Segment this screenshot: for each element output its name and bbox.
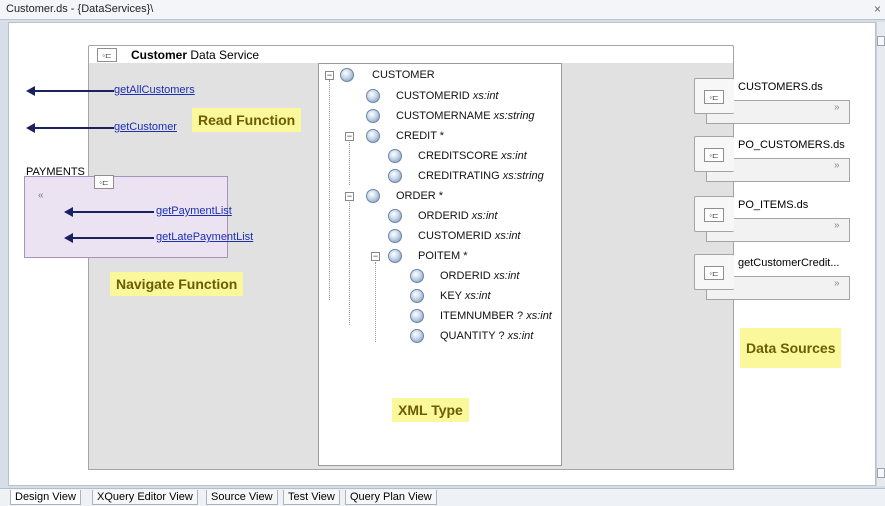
xml-node-creditrating[interactable]: CREDITRATING xs:string xyxy=(418,170,544,182)
tab-query-plan-view[interactable]: Query Plan View xyxy=(345,490,437,505)
data-source-card[interactable]: ◦⊏ getCustomerCredit... » xyxy=(694,254,854,302)
xml-node-credit[interactable]: CREDIT * xyxy=(396,130,444,142)
xml-node-order-customerid[interactable]: CUSTOMERID xs:int xyxy=(418,230,521,242)
xml-node-customerid[interactable]: CUSTOMERID xs:int xyxy=(396,90,499,102)
data-source-icon: ◦⊏ xyxy=(704,148,724,162)
payments-source-name: PAYMENTS xyxy=(26,166,85,178)
arrow-left-icon xyxy=(26,123,35,133)
annotation-read-function: Read Function xyxy=(192,108,302,132)
data-source-card[interactable]: ◦⊏ CUSTOMERS.ds » xyxy=(694,78,854,126)
blank-area xyxy=(14,258,52,326)
collapse-icon[interactable]: « xyxy=(38,190,44,201)
xml-node-key[interactable]: KEY xs:int xyxy=(440,290,491,302)
close-icon[interactable]: × xyxy=(874,2,881,16)
tree-line xyxy=(349,200,350,325)
data-source-name: getCustomerCredit... xyxy=(738,257,840,269)
xml-node-creditscore[interactable]: CREDITSCORE xs:int xyxy=(418,150,527,162)
element-node-icon xyxy=(410,309,424,323)
element-node-icon xyxy=(366,129,380,143)
read-arrow-line-1 xyxy=(34,90,114,92)
xml-node-quantity[interactable]: QUANTITY ? xs:int xyxy=(440,330,533,342)
element-node-icon xyxy=(340,68,354,82)
scroll-up-button[interactable] xyxy=(877,36,885,46)
data-source-card[interactable]: ◦⊏ PO_ITEMS.ds » xyxy=(694,196,854,244)
element-node-icon xyxy=(366,109,380,123)
element-node-icon xyxy=(410,269,424,283)
data-service-title: Customer Data Service xyxy=(131,48,259,62)
xml-node-poitem[interactable]: POITEM * xyxy=(418,250,468,262)
data-service-suffix: Data Service xyxy=(190,48,260,62)
element-node-icon xyxy=(388,169,402,183)
element-node-icon xyxy=(410,289,424,303)
annotation-navigate-function: Navigate Function xyxy=(110,272,244,296)
tab-design-view[interactable]: Design View xyxy=(10,490,81,505)
xml-node-customer[interactable]: CUSTOMER xyxy=(372,69,435,81)
read-function-getallcustomers[interactable]: getAllCustomers xyxy=(114,84,195,96)
xml-node-poitem-orderid[interactable]: ORDERID xs:int xyxy=(440,270,519,282)
scroll-down-button[interactable] xyxy=(877,468,885,478)
data-source-icon: ◦⊏ xyxy=(704,208,724,222)
tree-collapse-toggle[interactable]: − xyxy=(325,71,334,80)
tree-line xyxy=(349,140,350,185)
data-service-header: ◦⊏ Customer Data Service xyxy=(88,45,734,63)
expand-icon[interactable]: » xyxy=(834,220,840,231)
read-function-getcustomer[interactable]: getCustomer xyxy=(114,121,177,133)
element-node-icon xyxy=(410,329,424,343)
data-service-name: Customer xyxy=(131,48,188,62)
data-source-name: PO_CUSTOMERS.ds xyxy=(738,139,845,151)
navigate-arrow-line-2 xyxy=(72,237,154,239)
arrow-left-icon xyxy=(26,86,35,96)
data-source-icon: ◦⊏ xyxy=(704,90,724,104)
data-source-card[interactable]: ◦⊏ PO_CUSTOMERS.ds » xyxy=(694,136,854,184)
xml-node-order[interactable]: ORDER * xyxy=(396,190,443,202)
xml-node-orderid[interactable]: ORDERID xs:int xyxy=(418,210,497,222)
data-source-name: CUSTOMERS.ds xyxy=(738,81,823,93)
element-node-icon xyxy=(388,249,402,263)
window-title-bar: Customer.ds - {DataServices}\ × xyxy=(0,0,885,20)
tree-collapse-toggle[interactable]: − xyxy=(345,132,354,141)
element-node-icon xyxy=(388,209,402,223)
annotation-xml-type: XML Type xyxy=(392,398,469,422)
arrow-left-icon xyxy=(64,233,73,243)
xml-node-itemnumber[interactable]: ITEMNUMBER ? xs:int xyxy=(440,310,552,322)
data-source-icon: ◦⊏ xyxy=(704,266,724,280)
arrow-left-icon xyxy=(64,207,73,217)
data-source-icon: ◦⊏ xyxy=(94,175,114,189)
element-node-icon xyxy=(366,89,380,103)
tree-line xyxy=(329,80,330,300)
annotation-data-sources: Data Sources xyxy=(740,328,842,368)
navigate-function-getlatepaymentlist[interactable]: getLatePaymentList xyxy=(156,231,253,243)
vertical-scrollbar[interactable] xyxy=(876,22,885,486)
element-node-icon xyxy=(388,149,402,163)
navigate-arrow-line-1 xyxy=(72,211,154,213)
data-service-icon: ◦⊏ xyxy=(97,48,117,62)
read-arrow-line-2 xyxy=(34,127,114,129)
expand-icon[interactable]: » xyxy=(834,102,840,113)
xml-node-customername[interactable]: CUSTOMERNAME xs:string xyxy=(396,110,535,122)
tree-line xyxy=(375,262,376,342)
tree-collapse-toggle[interactable]: − xyxy=(345,192,354,201)
tree-collapse-toggle[interactable]: − xyxy=(371,252,380,261)
expand-icon[interactable]: » xyxy=(834,278,840,289)
element-node-icon xyxy=(366,189,380,203)
expand-icon[interactable]: » xyxy=(834,160,840,171)
tab-test-view[interactable]: Test View xyxy=(283,490,340,505)
tab-xquery-editor-view[interactable]: XQuery Editor View xyxy=(92,490,198,505)
navigate-function-getpaymentlist[interactable]: getPaymentList xyxy=(156,205,232,217)
tab-source-view[interactable]: Source View xyxy=(206,490,278,505)
element-node-icon xyxy=(388,229,402,243)
data-source-name: PO_ITEMS.ds xyxy=(738,199,809,211)
view-tabs: Design View XQuery Editor View Source Vi… xyxy=(0,488,885,506)
window-title: Customer.ds - {DataServices}\ xyxy=(6,3,154,15)
